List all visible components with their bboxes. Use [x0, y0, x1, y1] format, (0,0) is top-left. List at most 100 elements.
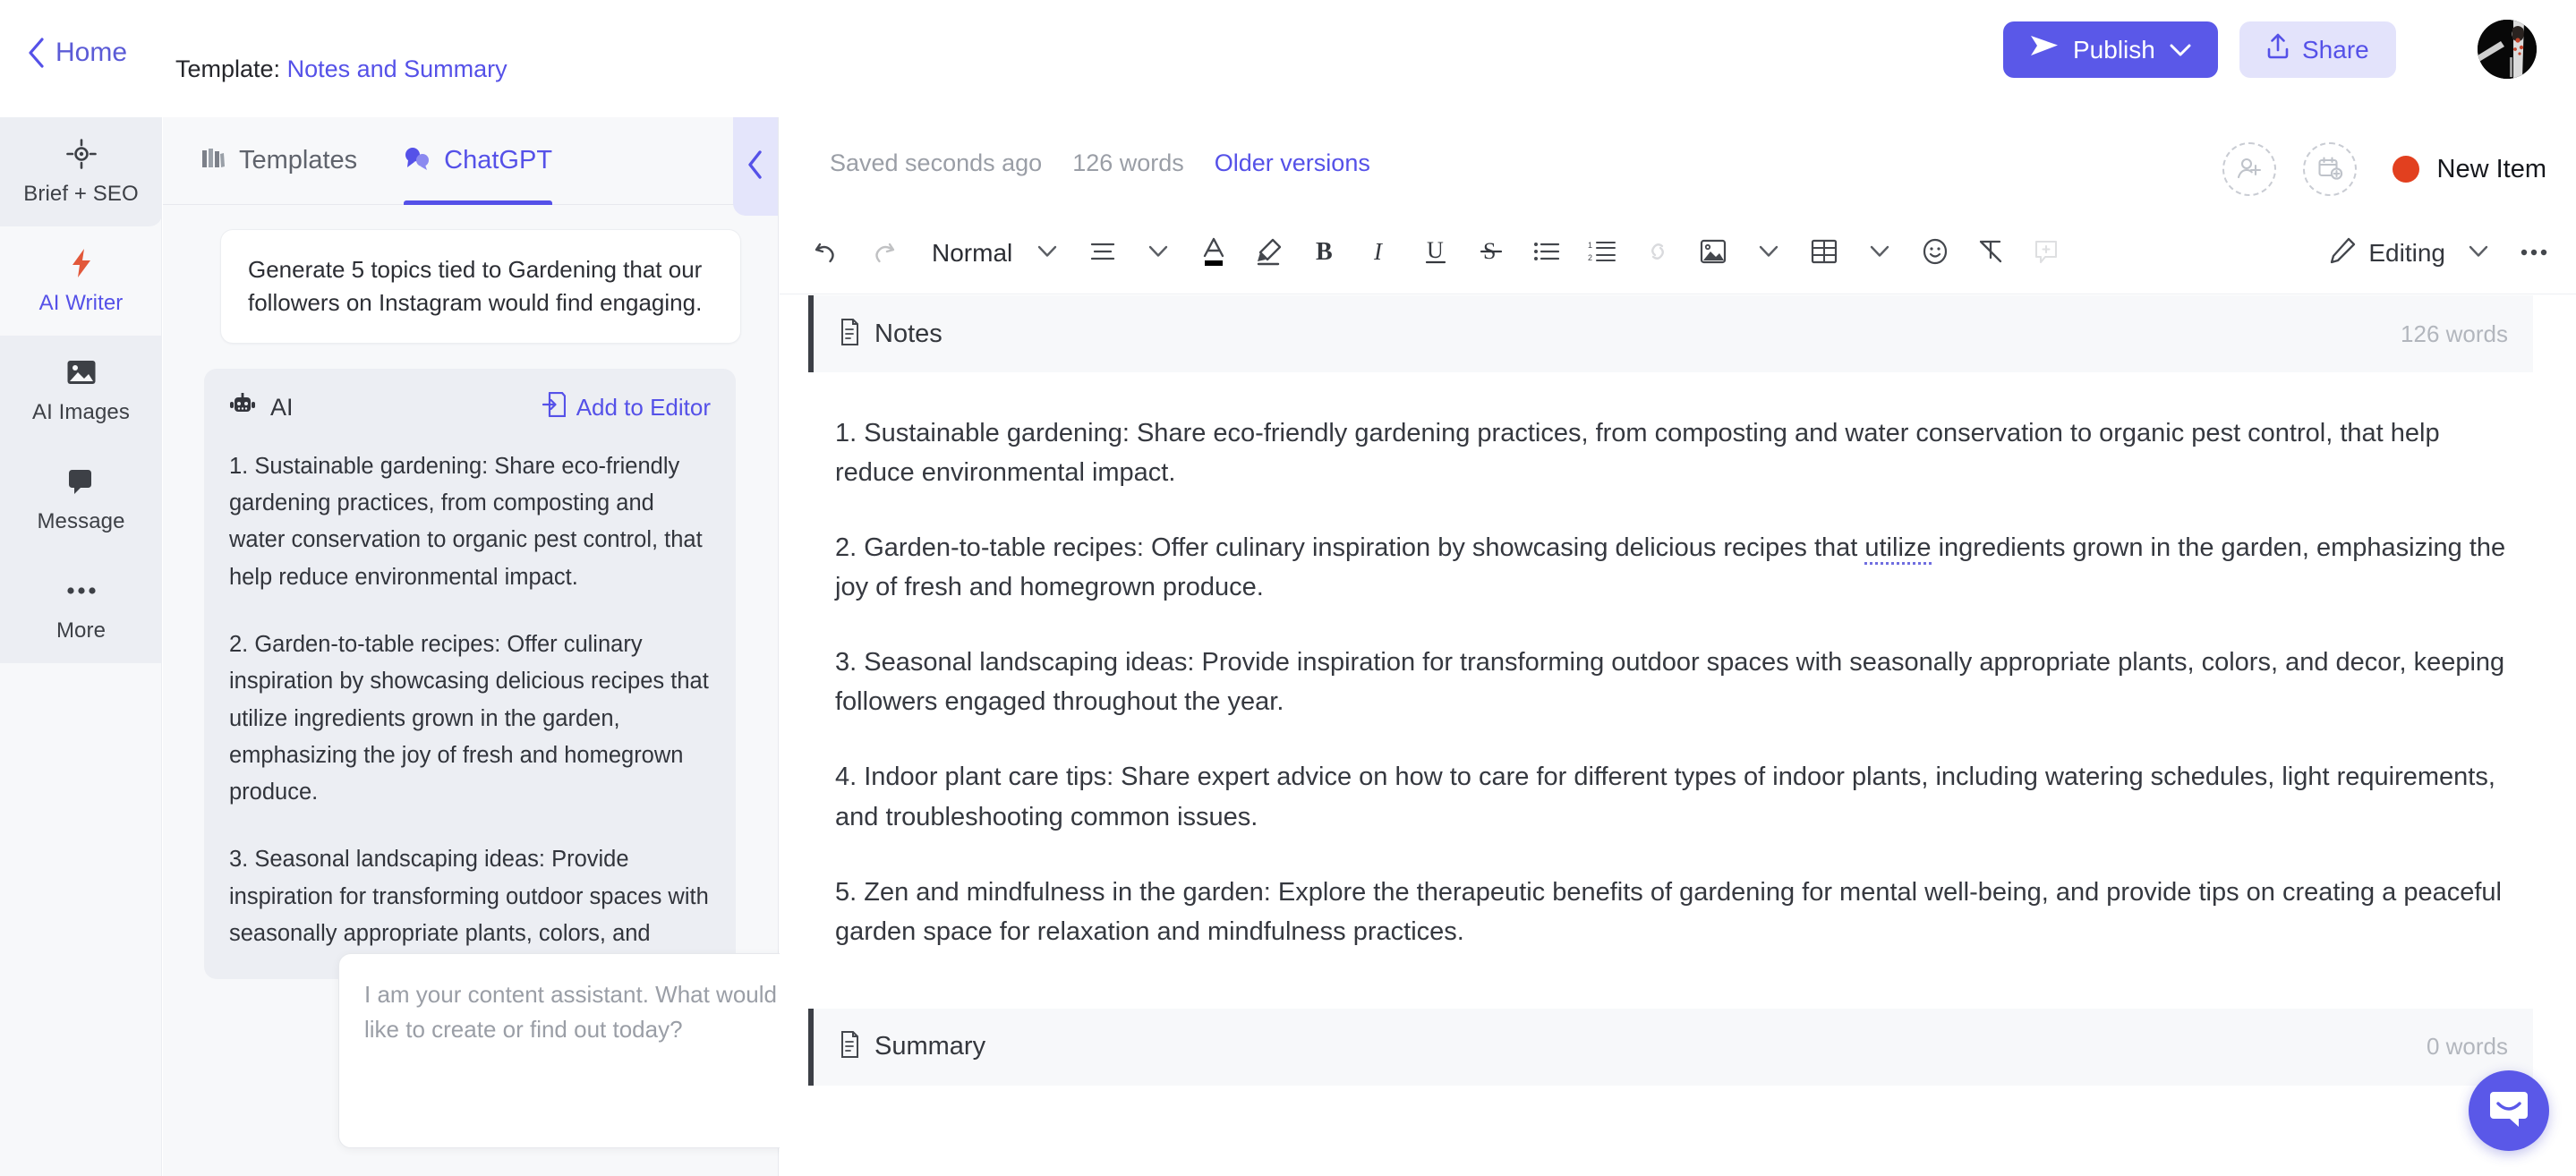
svg-text:2: 2: [1588, 253, 1592, 262]
paragraph-text: 2. Garden-to-table recipes: Offer culina…: [835, 533, 1865, 563]
clear-formatting-icon: [1977, 238, 2004, 268]
undo-button[interactable]: [799, 226, 855, 281]
lightning-icon: [68, 248, 95, 278]
strikethrough-button[interactable]: S: [1463, 226, 1519, 281]
section-title: Summary: [874, 1032, 986, 1061]
ai-author: AI: [229, 392, 294, 422]
svg-text:I: I: [1373, 238, 1384, 265]
document-paragraph[interactable]: 5. Zen and mindfulness in the garden: Ex…: [835, 837, 2522, 951]
ai-author-label: AI: [270, 393, 294, 421]
home-back-link[interactable]: Home: [27, 38, 127, 68]
add-to-editor-button[interactable]: Add to Editor: [542, 391, 711, 423]
image-chevron-button[interactable]: [1741, 226, 1796, 281]
image-icon: [66, 357, 97, 388]
template-name-link[interactable]: Notes and Summary: [287, 55, 508, 82]
bulleted-list-button[interactable]: [1519, 226, 1574, 281]
redo-button[interactable]: [855, 226, 910, 281]
avatar[interactable]: [2478, 20, 2537, 79]
sidebar-item-ai-writer[interactable]: AI Writer: [0, 226, 162, 336]
ai-side-panel: Templates ChatGPT Generate 5 topics tied…: [163, 117, 880, 1176]
numbered-list-button[interactable]: 1 2: [1574, 226, 1630, 281]
emoji-button[interactable]: [1907, 226, 1963, 281]
link-button[interactable]: [1630, 226, 1685, 281]
chevron-left-icon: [746, 149, 764, 183]
link-icon: [1644, 240, 1671, 266]
underline-icon: U: [1423, 237, 1448, 268]
chevron-down-icon: [1036, 244, 1058, 261]
document-icon: [839, 1031, 860, 1062]
add-calendar-icon: [2316, 155, 2343, 184]
tab-chatgpt[interactable]: ChatGPT: [404, 117, 552, 205]
text-color-icon: [1199, 235, 1228, 270]
italic-button[interactable]: I: [1352, 226, 1408, 281]
share-button[interactable]: Share: [2239, 21, 2396, 78]
document-paragraph[interactable]: 3. Seasonal landscaping ideas: Provide i…: [835, 607, 2522, 721]
highlight-button[interactable]: [1241, 226, 1297, 281]
status-badge[interactable]: New Item: [2392, 155, 2546, 184]
section-word-count: 0 words: [2426, 1033, 2508, 1061]
tab-templates[interactable]: Templates: [200, 117, 357, 205]
underline-button[interactable]: U: [1408, 226, 1463, 281]
more-options-button[interactable]: [2506, 226, 2562, 281]
ai-paragraph: 2. Garden-to-table recipes: Offer culina…: [229, 632, 709, 805]
italic-icon: I: [1369, 238, 1392, 268]
image-icon: [1700, 239, 1727, 267]
publish-button[interactable]: Publish: [2003, 21, 2218, 78]
editing-mode-button[interactable]: Editing: [2324, 226, 2451, 281]
document-word-count: 126 words: [1072, 149, 1184, 176]
document-body[interactable]: Notes 126 words 1. Sustainable gardening…: [780, 295, 2576, 1176]
insert-table-button[interactable]: [1796, 226, 1852, 281]
text-color-button[interactable]: [1186, 226, 1241, 281]
comment-button[interactable]: [2018, 226, 2074, 281]
svg-text:1: 1: [1588, 241, 1592, 250]
sidebar-item-message[interactable]: Message: [0, 445, 162, 554]
sidebar-item-label: Message: [37, 509, 125, 533]
insert-image-button[interactable]: [1685, 226, 1741, 281]
bulleted-list-icon: [1533, 241, 1560, 265]
strikethrough-icon: S: [1479, 237, 1504, 268]
bold-icon: B: [1313, 238, 1336, 268]
chevron-down-icon: [1869, 244, 1890, 261]
add-collaborator-button[interactable]: [2222, 142, 2276, 196]
document-paragraph[interactable]: 2. Garden-to-table recipes: Offer culina…: [835, 492, 2522, 607]
intercom-launcher-button[interactable]: [2469, 1070, 2549, 1151]
robot-icon: [229, 392, 256, 422]
paragraph-style-dropdown[interactable]: Normal: [925, 226, 1019, 281]
add-person-icon: [2236, 155, 2263, 184]
chat-bubbles-icon: [404, 147, 431, 175]
paragraph-style-chevron-button[interactable]: [1019, 226, 1075, 281]
chevron-down-icon: [1147, 244, 1169, 261]
bold-button[interactable]: B: [1297, 226, 1352, 281]
section-word-count: 126 words: [2401, 320, 2508, 347]
ai-message-bubble: AI Add to Editor 1. Sustainable gardenin…: [204, 368, 736, 980]
ai-paragraph: 1. Sustainable gardening: Share eco-frie…: [229, 453, 703, 590]
chevron-down-icon: [2468, 244, 2489, 261]
ellipsis-icon: [66, 575, 97, 606]
user-message-bubble: Generate 5 topics tied to Gardening that…: [220, 229, 741, 344]
table-chevron-button[interactable]: [1852, 226, 1907, 281]
sidebar-item-label: AI Writer: [38, 291, 124, 315]
grammar-suggestion-word[interactable]: utilize: [1864, 533, 1932, 566]
top-bar: Home Template: Notes and Summary Publish: [0, 0, 2576, 117]
align-chevron-button[interactable]: [1130, 226, 1186, 281]
older-versions-link[interactable]: Older versions: [1215, 149, 1370, 177]
document-paragraph[interactable]: 4. Indoor plant care tips: Share expert …: [835, 721, 2522, 836]
ellipsis-icon: [2521, 246, 2547, 260]
add-to-editor-label: Add to Editor: [576, 393, 711, 421]
schedule-button[interactable]: [2302, 142, 2357, 196]
target-icon: [65, 139, 97, 169]
sidebar-item-ai-images[interactable]: AI Images: [0, 336, 162, 445]
sidebar-item-more[interactable]: More: [0, 554, 162, 663]
editing-mode-chevron-button[interactable]: [2451, 226, 2506, 281]
collapse-panel-button[interactable]: [733, 117, 778, 216]
pencil-icon: [2329, 237, 2356, 268]
publish-label: Publish: [2073, 35, 2155, 64]
svg-text:U: U: [1427, 237, 1444, 263]
document-paragraph[interactable]: 1. Sustainable gardening: Share eco-frie…: [835, 372, 2522, 492]
intercom-chat-icon: [2488, 1088, 2529, 1134]
paragraph-text: 1. Sustainable gardening: Share eco-frie…: [835, 419, 2440, 488]
sidebar-item-brief-seo[interactable]: Brief + SEO: [0, 117, 162, 226]
align-button[interactable]: [1075, 226, 1130, 281]
document-editor: Saved seconds ago 126 words Older versio…: [780, 117, 2576, 1176]
clear-formatting-button[interactable]: [1963, 226, 2018, 281]
